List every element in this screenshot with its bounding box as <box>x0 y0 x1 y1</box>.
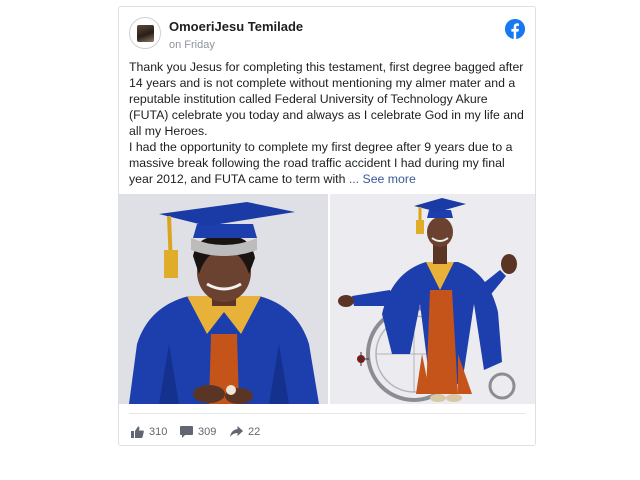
post-header: OmoeriJesu Temilade on Friday <box>129 17 529 51</box>
post-body: Thank you Jesus for completing this test… <box>129 59 527 187</box>
like-count-label: 310 <box>149 426 168 438</box>
photo-graduate-portrait[interactable] <box>119 194 328 404</box>
author-name[interactable]: OmoeriJesu Temilade <box>169 19 303 34</box>
comment-icon <box>180 426 193 438</box>
photo-graduate-wheelchair[interactable] <box>330 194 535 404</box>
avatar-image <box>137 25 154 42</box>
see-more-link[interactable]: ... See more <box>349 172 416 186</box>
share-count[interactable]: 22 <box>230 423 260 441</box>
photo-grid <box>119 194 535 404</box>
avatar[interactable] <box>129 17 161 49</box>
share-count-label: 22 <box>248 426 261 438</box>
post-paragraph-1: Thank you Jesus for completing this test… <box>129 60 524 138</box>
comment-count[interactable]: 309 <box>180 423 216 441</box>
post-paragraph-2: I had the opportunity to complete my fir… <box>129 139 527 187</box>
thumbs-up-icon <box>131 426 144 438</box>
post-card: OmoeriJesu Temilade on Friday Thank you … <box>118 6 536 446</box>
post-timestamp[interactable]: on Friday <box>169 39 215 51</box>
like-count[interactable]: 310 <box>131 423 167 441</box>
facebook-icon[interactable] <box>505 19 525 39</box>
stats-divider <box>129 413 525 414</box>
post-paragraph-2-text: I had the opportunity to complete my fir… <box>129 140 513 186</box>
comment-count-label: 309 <box>198 426 217 438</box>
share-icon <box>230 426 243 437</box>
